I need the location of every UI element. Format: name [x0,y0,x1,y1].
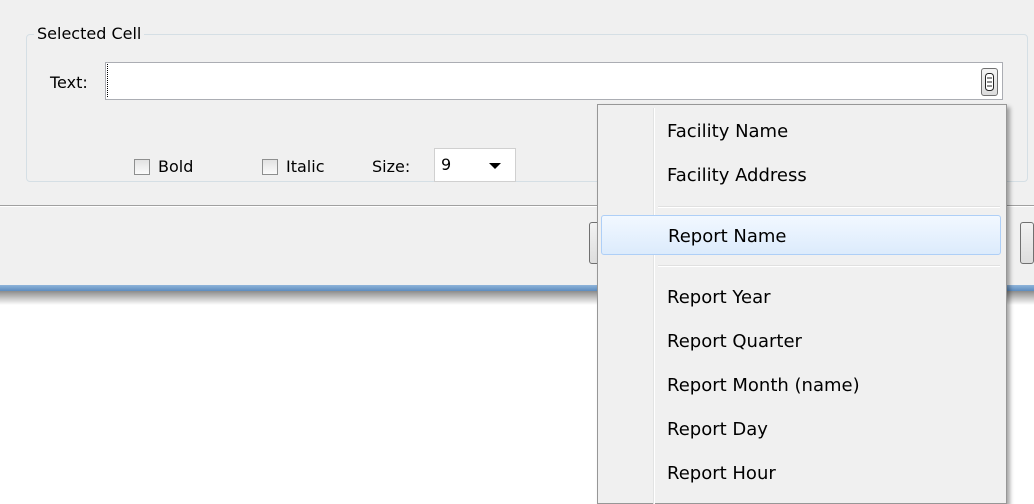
menu-item-report-day[interactable]: Report Day [601,409,1001,449]
menu-item-label: Report Name [668,226,787,247]
menu-item-report-name[interactable]: Report Name [601,215,1001,255]
insert-field-menu: Facility Name Facility Address Report Na… [597,104,1007,504]
size-dropdown[interactable]: 9 [434,148,516,182]
menu-item-label: Report Quarter [667,331,802,352]
insert-field-button[interactable] [981,68,998,96]
bold-label: Bold [158,157,194,176]
dialog-button-right-edge[interactable] [1020,222,1034,264]
menu-item-label: Report Month (name) [667,375,860,396]
menu-item-label: Facility Address [667,165,807,186]
text-label: Text: [50,73,88,92]
menu-item-label: Report Day [667,419,768,440]
menu-separator [658,206,1000,208]
italic-checkbox[interactable] [262,159,278,175]
menu-item-label: Facility Name [667,121,789,142]
size-label: Size: [372,157,411,176]
italic-label: Italic [286,157,325,176]
menu-item-report-quarter[interactable]: Report Quarter [601,321,1001,361]
menu-item-facility-address[interactable]: Facility Address [601,155,1001,195]
menu-item-facility-name[interactable]: Facility Name [601,111,1001,151]
menu-item-report-month-name[interactable]: Report Month (name) [601,365,1001,405]
text-input[interactable] [105,62,1003,100]
insert-field-icon [985,73,994,91]
chevron-down-icon [489,163,501,169]
menu-item-label: Report Hour [667,463,776,484]
text-cursor [107,64,108,98]
menu-item-label: Report Year [667,287,771,308]
group-title: Selected Cell [34,24,145,43]
menu-item-report-hour[interactable]: Report Hour [601,453,1001,493]
menu-separator [658,265,1000,267]
size-value: 9 [441,155,452,174]
bold-checkbox[interactable] [134,159,150,175]
menu-item-report-year[interactable]: Report Year [601,277,1001,317]
